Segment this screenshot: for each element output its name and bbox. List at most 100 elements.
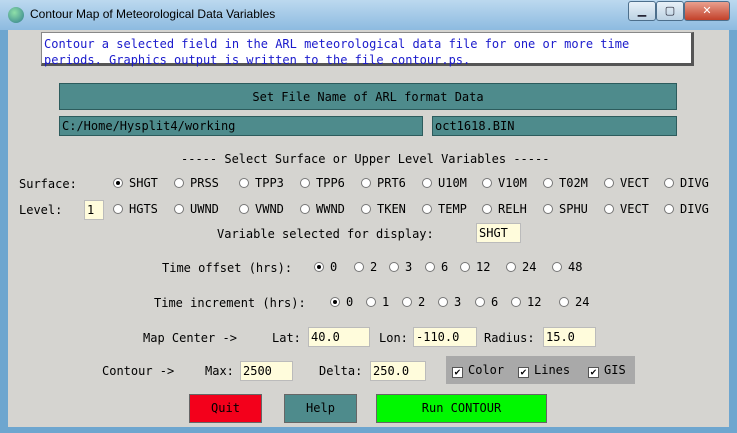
minimize-button[interactable]: ▁ xyxy=(628,1,656,21)
increment-radio-1[interactable]: 1 xyxy=(366,294,389,310)
radio-circle-icon xyxy=(314,262,324,272)
offset-radio-2[interactable]: 2 xyxy=(354,259,377,275)
surface-radio-shgt[interactable]: SHGT xyxy=(113,175,158,191)
surface-radio-tpp3[interactable]: TPP3 xyxy=(239,175,284,191)
upper-radio-temp[interactable]: TEMP xyxy=(422,201,467,217)
radio-circle-icon xyxy=(604,204,614,214)
upper-radio-label: RELH xyxy=(498,202,527,216)
radio-circle-icon xyxy=(330,297,340,307)
radio-circle-icon xyxy=(402,297,412,307)
check-icon: ✔ xyxy=(518,367,529,378)
time-increment-label: Time increment (hrs): xyxy=(154,296,306,310)
filename-field[interactable]: oct1618.BIN xyxy=(432,116,677,136)
surface-radio-tpp6[interactable]: TPP6 xyxy=(300,175,345,191)
delta-input[interactable]: 250.0 xyxy=(370,361,426,381)
increment-radio-0[interactable]: 0 xyxy=(330,294,353,310)
radio-circle-icon xyxy=(174,178,184,188)
increment-radio-12[interactable]: 12 xyxy=(511,294,541,310)
upper-radio-wwnd[interactable]: WWND xyxy=(300,201,345,217)
upper-radio-vwnd[interactable]: VWND xyxy=(239,201,284,217)
help-button[interactable]: Help xyxy=(284,394,357,423)
surface-radio-vect[interactable]: VECT xyxy=(604,175,649,191)
offset-radio-0[interactable]: 0 xyxy=(314,259,337,275)
radio-circle-icon xyxy=(543,178,553,188)
upper-radio-label: VECT xyxy=(620,202,649,216)
gis-checkbox[interactable]: ✔ GIS xyxy=(588,363,626,378)
radius-label: Radius: xyxy=(484,331,535,345)
minimize-icon: ▁ xyxy=(637,4,647,17)
upper-radio-label: DIVG xyxy=(680,202,709,216)
lines-checkbox-label: Lines xyxy=(534,363,571,377)
radio-circle-icon xyxy=(482,204,492,214)
maximize-icon: ▢ xyxy=(664,4,676,17)
increment-radio-24[interactable]: 24 xyxy=(559,294,589,310)
increment-radio-6[interactable]: 6 xyxy=(475,294,498,310)
check-icon: ✔ xyxy=(588,367,599,378)
surface-radio-t02m[interactable]: T02M xyxy=(543,175,588,191)
increment-radio-2[interactable]: 2 xyxy=(402,294,425,310)
radio-circle-icon xyxy=(422,178,432,188)
upper-radio-label: TKEN xyxy=(377,202,406,216)
radio-circle-icon xyxy=(475,297,485,307)
upper-radio-relh[interactable]: RELH xyxy=(482,201,527,217)
offset-radio-48[interactable]: 48 xyxy=(552,259,582,275)
upper-radio-sphu[interactable]: SPHU xyxy=(543,201,588,217)
maximize-button[interactable]: ▢ xyxy=(656,1,684,21)
radio-circle-icon xyxy=(438,297,448,307)
offset-radio-label: 2 xyxy=(370,260,378,274)
offset-radio-label: 3 xyxy=(405,260,413,274)
upper-radio-uwnd[interactable]: UWND xyxy=(174,201,219,217)
radio-circle-icon xyxy=(389,262,399,272)
selected-variable-field[interactable]: SHGT xyxy=(476,223,521,243)
set-file-name-button[interactable]: Set File Name of ARL format Data xyxy=(59,83,677,110)
lat-label: Lat: xyxy=(272,331,301,345)
radio-circle-icon xyxy=(361,178,371,188)
window-title: Contour Map of Meteorological Data Varia… xyxy=(30,7,276,21)
color-checkbox[interactable]: ✔ Color xyxy=(452,363,504,378)
upper-radio-divg[interactable]: DIVG xyxy=(664,201,709,217)
contour-label: Contour -> xyxy=(102,364,175,378)
radius-input[interactable]: 15.0 xyxy=(543,327,596,347)
offset-radio-label: 6 xyxy=(441,260,449,274)
lat-input[interactable]: 40.0 xyxy=(308,327,370,347)
selected-variable-label: Variable selected for display: xyxy=(217,227,434,241)
upper-radio-label: SPHU xyxy=(559,202,588,216)
surface-radio-v10m[interactable]: V10M xyxy=(482,175,527,191)
delta-label: Delta: xyxy=(319,364,363,378)
offset-radio-6[interactable]: 6 xyxy=(425,259,448,275)
radio-circle-icon xyxy=(664,178,674,188)
surface-radio-u10m[interactable]: U10M xyxy=(422,175,467,191)
surface-radio-prss[interactable]: PRSS xyxy=(174,175,219,191)
upper-radio-label: UWND xyxy=(190,202,219,216)
map-center-label: Map Center -> xyxy=(143,331,237,345)
close-button[interactable]: ✕ xyxy=(684,1,730,21)
increment-radio-label: 12 xyxy=(527,295,542,309)
time-offset-label: Time offset (hrs): xyxy=(162,261,293,275)
offset-radio-12[interactable]: 12 xyxy=(460,259,490,275)
max-input[interactable]: 2500 xyxy=(240,361,293,381)
surface-radio-label: SHGT xyxy=(129,176,158,190)
lon-input[interactable]: -110.0 xyxy=(413,327,477,347)
upper-radio-tken[interactable]: TKEN xyxy=(361,201,406,217)
surface-radio-divg[interactable]: DIVG xyxy=(664,175,709,191)
lines-checkbox[interactable]: ✔ Lines xyxy=(518,363,570,378)
offset-radio-3[interactable]: 3 xyxy=(389,259,412,275)
radio-circle-icon xyxy=(460,262,470,272)
increment-radio-label: 24 xyxy=(575,295,590,309)
radio-circle-icon xyxy=(422,204,432,214)
directory-field[interactable]: C:/Home/Hysplit4/working xyxy=(59,116,423,136)
offset-radio-24[interactable]: 24 xyxy=(506,259,536,275)
radio-circle-icon xyxy=(354,262,364,272)
upper-radio-label: WWND xyxy=(316,202,345,216)
quit-button[interactable]: Quit xyxy=(189,394,262,423)
increment-radio-3[interactable]: 3 xyxy=(438,294,461,310)
increment-radio-label: 2 xyxy=(418,295,426,309)
upper-radio-vect[interactable]: VECT xyxy=(604,201,649,217)
upper-radio-hgts[interactable]: HGTS xyxy=(113,201,158,217)
surface-radio-prt6[interactable]: PRT6 xyxy=(361,175,406,191)
run-contour-button[interactable]: Run CONTOUR xyxy=(376,394,547,423)
max-label: Max: xyxy=(205,364,234,378)
surface-radio-label: VECT xyxy=(620,176,649,190)
radio-circle-icon xyxy=(482,178,492,188)
level-input[interactable]: 1 xyxy=(84,200,104,220)
